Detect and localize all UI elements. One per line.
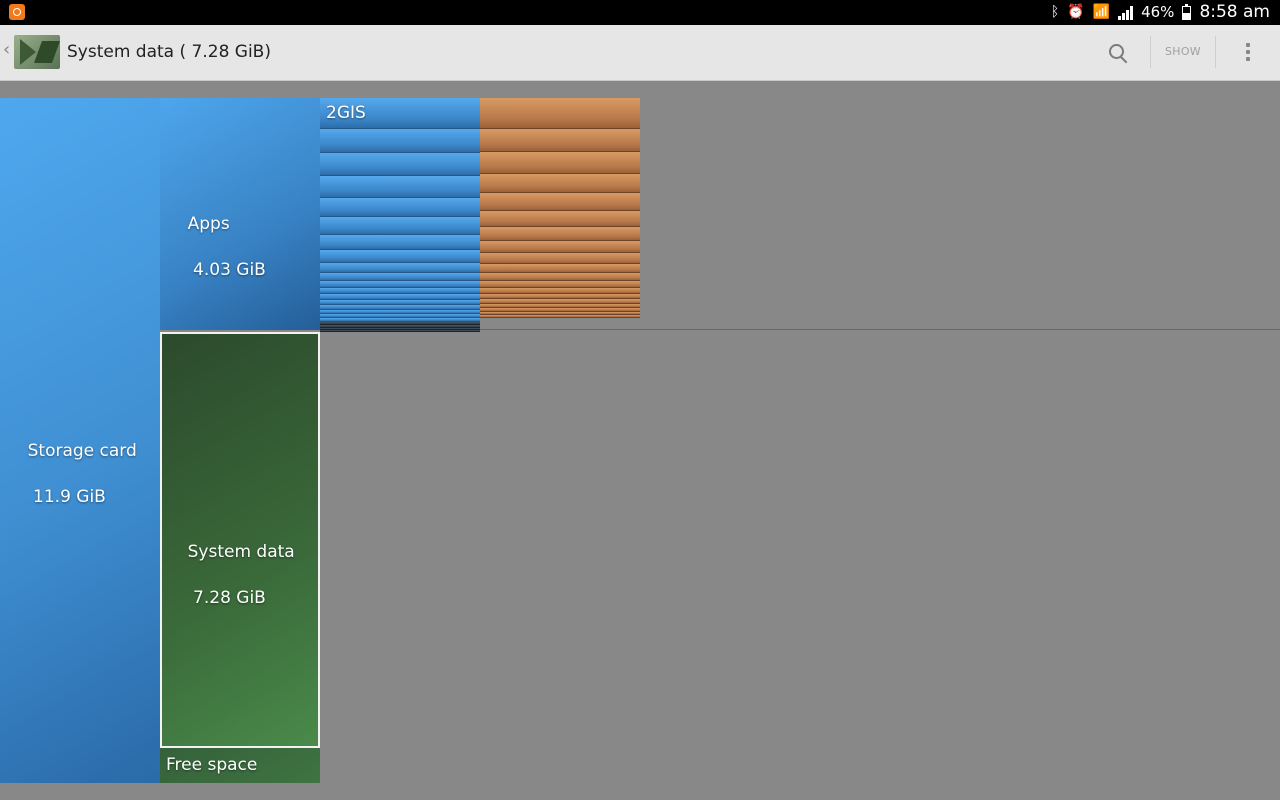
treemap-app-tile[interactable] [320,263,480,273]
status-icons: ᛒ ⏰ 📶 46% 8:58 am [1051,0,1270,25]
treemap-app-tile[interactable] [480,211,640,227]
notification-icon [9,4,25,20]
apps-size: 4.03 GiB [187,260,266,280]
treemap-app-tile[interactable] [480,193,640,211]
alarm-icon: ⏰ [1067,4,1085,20]
up-chevron-icon[interactable]: ‹ [3,39,10,60]
treemap-app-tile[interactable] [320,176,480,198]
show-button[interactable]: SHOW [1152,37,1214,67]
apps-name: Apps [187,214,230,234]
app-icon[interactable] [14,35,60,69]
treemap-app-tile[interactable] [480,264,640,273]
signal-icon [1118,5,1134,20]
action-bar: ‹ System data ( 7.28 GiB) SHOW [0,25,1280,81]
treemap-app-tile[interactable] [320,250,480,263]
search-button[interactable] [1100,37,1134,67]
storage-card-tile[interactable]: Storage card 11.9 GiB [0,98,160,783]
overflow-menu-icon [1246,43,1250,47]
treemap-app-tile[interactable] [480,152,640,174]
treemap-app-tile[interactable] [320,217,480,235]
treemap-app-tile[interactable] [480,129,640,152]
other-tiles-column [480,98,640,318]
treemap-app-tile[interactable] [320,198,480,217]
storage-card-name: Storage card [27,441,137,461]
treemap-app-tile[interactable] [480,273,640,281]
divider [480,329,1280,330]
free-space-name: Free space [166,755,258,775]
divider [1150,36,1151,68]
treemap-app-tile[interactable] [320,281,480,288]
treemap-app-tile[interactable] [480,253,640,264]
free-space-tile[interactable]: Free space [160,748,320,783]
treemap-app-tile[interactable] [320,153,480,176]
treemap-app-tile[interactable] [320,235,480,250]
treemap-app-tile[interactable] [480,241,640,253]
treemap-app-tile[interactable] [320,330,480,332]
treemap-app-tile[interactable] [320,273,480,281]
system-data-size: 7.28 GiB [187,588,266,608]
app-tiles-column [320,98,480,332]
wifi-icon: 📶 [1092,4,1111,20]
clock: 8:58 am [1199,2,1270,22]
treemap-app-tile[interactable] [480,174,640,193]
storage-card-size: 11.9 GiB [27,487,106,507]
treemap-app-tile[interactable] [480,281,640,288]
treemap-app-tile[interactable] [480,98,640,129]
treemap-app-tile[interactable] [480,315,640,318]
bluetooth-icon: ᛒ [1050,4,1060,20]
status-bar: ᛒ ⏰ 📶 46% 8:58 am [0,0,1280,25]
treemap-app-tile[interactable] [320,129,480,153]
overflow-menu-button[interactable] [1234,37,1262,67]
first-app-label: 2GIS [326,103,366,123]
battery-percent: 46% [1141,3,1175,21]
battery-icon [1182,3,1192,20]
divider [1215,36,1216,68]
apps-tile[interactable]: Apps 4.03 GiB [160,98,320,330]
system-data-tile[interactable]: System data 7.28 GiB [160,332,320,748]
treemap-app-tile[interactable] [480,227,640,241]
system-data-name: System data [187,542,295,562]
page-title: System data ( 7.28 GiB) [67,42,271,62]
